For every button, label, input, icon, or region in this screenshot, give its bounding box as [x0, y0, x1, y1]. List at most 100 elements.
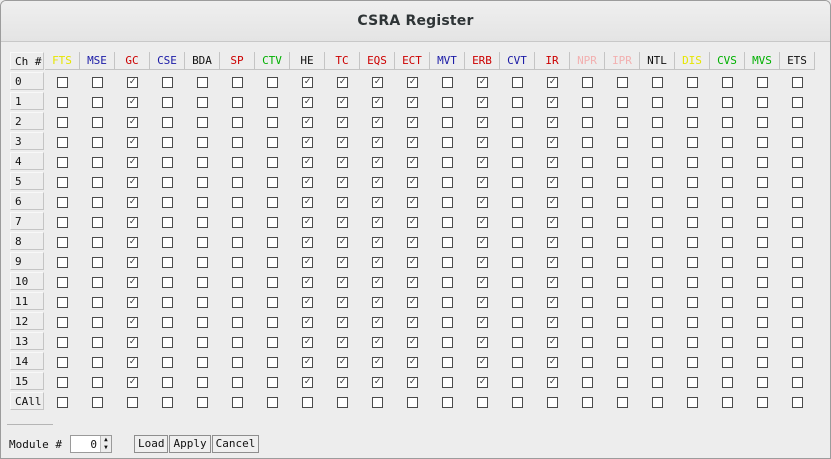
checkbox-cse[interactable]	[162, 256, 173, 268]
checkbox-erb[interactable]: ✓	[477, 276, 488, 288]
checkbox-ipr[interactable]	[617, 76, 628, 88]
checkbox-ntl[interactable]	[652, 176, 663, 188]
checkbox-eqs[interactable]: ✓	[372, 256, 383, 268]
checkbox-bda[interactable]	[197, 296, 208, 308]
checkbox-ctv[interactable]	[267, 376, 278, 388]
checkbox-cvs[interactable]	[722, 156, 733, 168]
checkbox-cse[interactable]	[162, 236, 173, 248]
checkbox-erb[interactable]	[477, 396, 488, 408]
checkbox-mvt[interactable]	[442, 176, 453, 188]
checkbox-ipr[interactable]	[617, 176, 628, 188]
checkbox-eqs[interactable]: ✓	[372, 356, 383, 368]
checkbox-ctv[interactable]	[267, 96, 278, 108]
checkbox-ntl[interactable]	[652, 236, 663, 248]
checkbox-mse[interactable]	[92, 236, 103, 248]
checkbox-ipr[interactable]	[617, 276, 628, 288]
checkbox-ets[interactable]	[792, 96, 803, 108]
checkbox-fts[interactable]	[57, 196, 68, 208]
checkbox-tc[interactable]: ✓	[337, 336, 348, 348]
checkbox-cvt[interactable]	[512, 176, 523, 188]
checkbox-cse[interactable]	[162, 276, 173, 288]
checkbox-ntl[interactable]	[652, 136, 663, 148]
checkbox-bda[interactable]	[197, 216, 208, 228]
checkbox-ect[interactable]: ✓	[407, 316, 418, 328]
checkbox-npr[interactable]	[582, 296, 593, 308]
checkbox-ctv[interactable]	[267, 156, 278, 168]
checkbox-he[interactable]: ✓	[302, 76, 313, 88]
checkbox-erb[interactable]: ✓	[477, 216, 488, 228]
checkbox-ir[interactable]: ✓	[547, 176, 558, 188]
checkbox-bda[interactable]	[197, 396, 208, 408]
checkbox-ir[interactable]: ✓	[547, 156, 558, 168]
checkbox-mvs[interactable]	[757, 376, 768, 388]
checkbox-npr[interactable]	[582, 316, 593, 328]
checkbox-dis[interactable]	[687, 176, 698, 188]
checkbox-erb[interactable]: ✓	[477, 136, 488, 148]
checkbox-he[interactable]: ✓	[302, 256, 313, 268]
checkbox-mvs[interactable]	[757, 236, 768, 248]
checkbox-tc[interactable]: ✓	[337, 356, 348, 368]
checkbox-gc[interactable]: ✓	[127, 136, 138, 148]
checkbox-gc[interactable]: ✓	[127, 376, 138, 388]
checkbox-ctv[interactable]	[267, 276, 278, 288]
checkbox-ipr[interactable]	[617, 116, 628, 128]
checkbox-ets[interactable]	[792, 376, 803, 388]
checkbox-cse[interactable]	[162, 176, 173, 188]
checkbox-ctv[interactable]	[267, 216, 278, 228]
checkbox-cvt[interactable]	[512, 316, 523, 328]
checkbox-sp[interactable]	[232, 236, 243, 248]
checkbox-npr[interactable]	[582, 176, 593, 188]
checkbox-mvs[interactable]	[757, 316, 768, 328]
checkbox-ntl[interactable]	[652, 316, 663, 328]
checkbox-ets[interactable]	[792, 356, 803, 368]
module-spinbox[interactable]: 0 ▲ ▼	[69, 435, 112, 453]
checkbox-mvs[interactable]	[757, 356, 768, 368]
checkbox-gc[interactable]: ✓	[127, 296, 138, 308]
checkbox-fts[interactable]	[57, 216, 68, 228]
checkbox-cvt[interactable]	[512, 116, 523, 128]
checkbox-ipr[interactable]	[617, 196, 628, 208]
checkbox-cse[interactable]	[162, 156, 173, 168]
checkbox-ets[interactable]	[792, 236, 803, 248]
checkbox-he[interactable]	[302, 396, 313, 408]
checkbox-cvs[interactable]	[722, 336, 733, 348]
checkbox-cse[interactable]	[162, 216, 173, 228]
checkbox-ir[interactable]: ✓	[547, 256, 558, 268]
checkbox-dis[interactable]	[687, 316, 698, 328]
checkbox-cse[interactable]	[162, 296, 173, 308]
checkbox-ect[interactable]: ✓	[407, 236, 418, 248]
checkbox-tc[interactable]: ✓	[337, 256, 348, 268]
checkbox-ir[interactable]: ✓	[547, 336, 558, 348]
checkbox-mvt[interactable]	[442, 136, 453, 148]
checkbox-gc[interactable]: ✓	[127, 96, 138, 108]
checkbox-sp[interactable]	[232, 336, 243, 348]
checkbox-bda[interactable]	[197, 96, 208, 108]
checkbox-eqs[interactable]: ✓	[372, 176, 383, 188]
checkbox-sp[interactable]	[232, 96, 243, 108]
checkbox-npr[interactable]	[582, 136, 593, 148]
checkbox-mse[interactable]	[92, 356, 103, 368]
checkbox-erb[interactable]: ✓	[477, 176, 488, 188]
checkbox-he[interactable]: ✓	[302, 336, 313, 348]
checkbox-mvs[interactable]	[757, 176, 768, 188]
checkbox-npr[interactable]	[582, 76, 593, 88]
checkbox-ntl[interactable]	[652, 396, 663, 408]
checkbox-cvs[interactable]	[722, 296, 733, 308]
spin-down-icon[interactable]: ▼	[100, 444, 111, 452]
checkbox-fts[interactable]	[57, 376, 68, 388]
checkbox-mvs[interactable]	[757, 336, 768, 348]
checkbox-mse[interactable]	[92, 316, 103, 328]
checkbox-mvs[interactable]	[757, 76, 768, 88]
checkbox-npr[interactable]	[582, 376, 593, 388]
checkbox-mse[interactable]	[92, 336, 103, 348]
checkbox-dis[interactable]	[687, 156, 698, 168]
checkbox-sp[interactable]	[232, 276, 243, 288]
checkbox-erb[interactable]: ✓	[477, 236, 488, 248]
checkbox-ets[interactable]	[792, 276, 803, 288]
checkbox-ntl[interactable]	[652, 96, 663, 108]
checkbox-eqs[interactable]: ✓	[372, 276, 383, 288]
checkbox-ctv[interactable]	[267, 336, 278, 348]
checkbox-bda[interactable]	[197, 276, 208, 288]
checkbox-cvt[interactable]	[512, 156, 523, 168]
checkbox-bda[interactable]	[197, 376, 208, 388]
